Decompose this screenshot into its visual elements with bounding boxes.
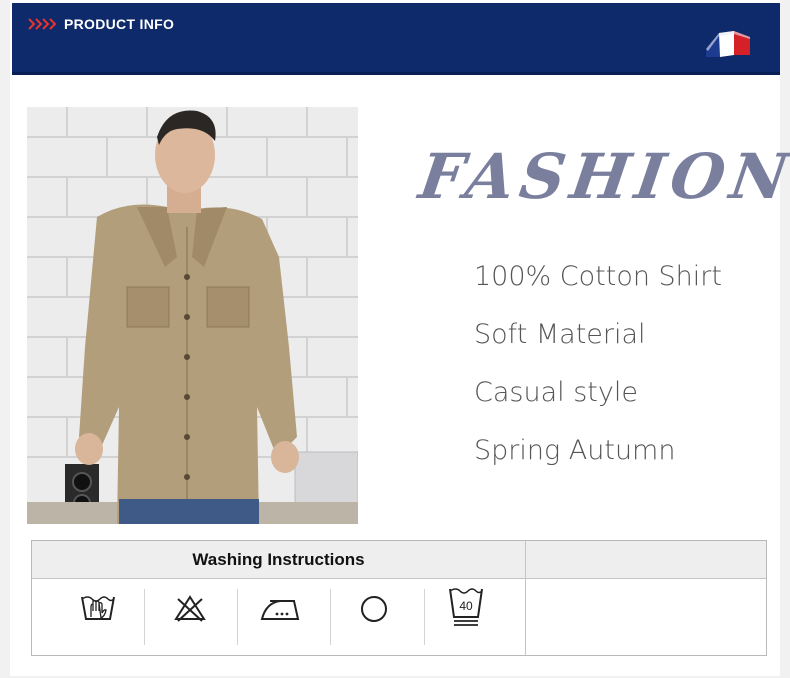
hand-wash-icon xyxy=(81,596,115,620)
do-not-bleach-icon xyxy=(174,595,206,622)
icon-divider xyxy=(237,589,238,645)
feature-item: 100% Cotton Shirt xyxy=(474,261,722,292)
feature-item: Spring Autumn xyxy=(474,435,676,466)
header-title: PRODUCT INFO xyxy=(64,16,175,32)
feature-item: Casual style xyxy=(474,377,638,408)
model-photo xyxy=(27,107,358,524)
washing-icons-row: 40 xyxy=(32,579,526,655)
wash-temperature-label: 40 xyxy=(459,599,473,613)
fashion-headline: FASHION xyxy=(414,140,790,213)
icon-divider xyxy=(144,589,145,645)
washing-header-empty-cell xyxy=(526,541,766,579)
wash-40-icon: 40 xyxy=(449,588,483,626)
tumble-dry-icon xyxy=(361,596,387,622)
iron-low-heat-icon xyxy=(260,600,300,620)
icon-divider xyxy=(330,589,331,645)
washing-instructions-title: Washing Instructions xyxy=(32,541,526,579)
washing-instructions-table: Washing Instructions 40 xyxy=(31,540,767,656)
feature-list: 100% Cotton Shirt Soft Material Casual s… xyxy=(474,257,722,489)
feature-item: Soft Material xyxy=(474,319,646,350)
flag-icon xyxy=(706,31,750,57)
chevrons-icon xyxy=(28,18,57,30)
icon-divider xyxy=(424,589,425,645)
product-info-header: PRODUCT INFO xyxy=(12,3,780,75)
